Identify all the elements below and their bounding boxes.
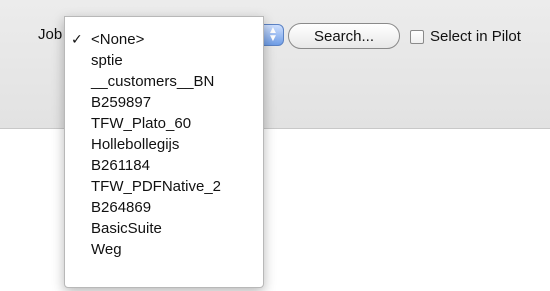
menu-item-label: BasicSuite <box>91 220 162 237</box>
menu-item-label: B261184 <box>91 157 150 174</box>
menu-item-sptie[interactable]: sptie <box>65 50 263 71</box>
menu-item-label: B259897 <box>91 94 152 111</box>
job-label: Job <box>38 26 63 43</box>
search-button[interactable]: Search... <box>288 23 400 49</box>
menu-item-basicsuite[interactable]: BasicSuite <box>65 218 263 239</box>
menu-item-label: Weg <box>91 241 122 258</box>
select-in-pilot-label[interactable]: Select in Pilot <box>430 28 521 45</box>
select-in-pilot-checkbox[interactable] <box>410 30 424 44</box>
menu-item-label: B264869 <box>91 199 152 216</box>
menu-item-label: TFW_PDFNative_2 <box>91 178 222 195</box>
menu-item-b259897[interactable]: B259897 <box>65 92 263 113</box>
menu-item-weg[interactable]: Weg <box>65 239 263 260</box>
menu-item-label: TFW_Plato_60 <box>91 115 192 132</box>
menu-item-label: <None> <box>91 31 145 48</box>
checkmark-icon: ✓ <box>71 31 83 47</box>
chevron-updown-icon: ▲ ▼ <box>268 25 278 44</box>
menu-item-tfw-plato-60[interactable]: TFW_Plato_60 <box>65 113 263 134</box>
menu-item-none[interactable]: ✓ <None> <box>65 29 263 50</box>
menu-item-label: __customers__BN <box>91 73 215 90</box>
menu-item-label: Hollebollegijs <box>91 136 180 153</box>
menu-item-b261184[interactable]: B261184 <box>65 155 263 176</box>
menu-item-b264869[interactable]: B264869 <box>65 197 263 218</box>
job-dropdown-menu: ✓ <None> sptie __customers__BN B259897 T… <box>64 16 264 288</box>
menu-item-tfw-pdfnative-2[interactable]: TFW_PDFNative_2 <box>65 176 263 197</box>
menu-item-hollebollegijs[interactable]: Hollebollegijs <box>65 134 263 155</box>
search-button-label: Search... <box>313 27 375 45</box>
menu-item-label: sptie <box>91 52 123 69</box>
menu-item-customers-bn[interactable]: __customers__BN <box>65 71 263 92</box>
